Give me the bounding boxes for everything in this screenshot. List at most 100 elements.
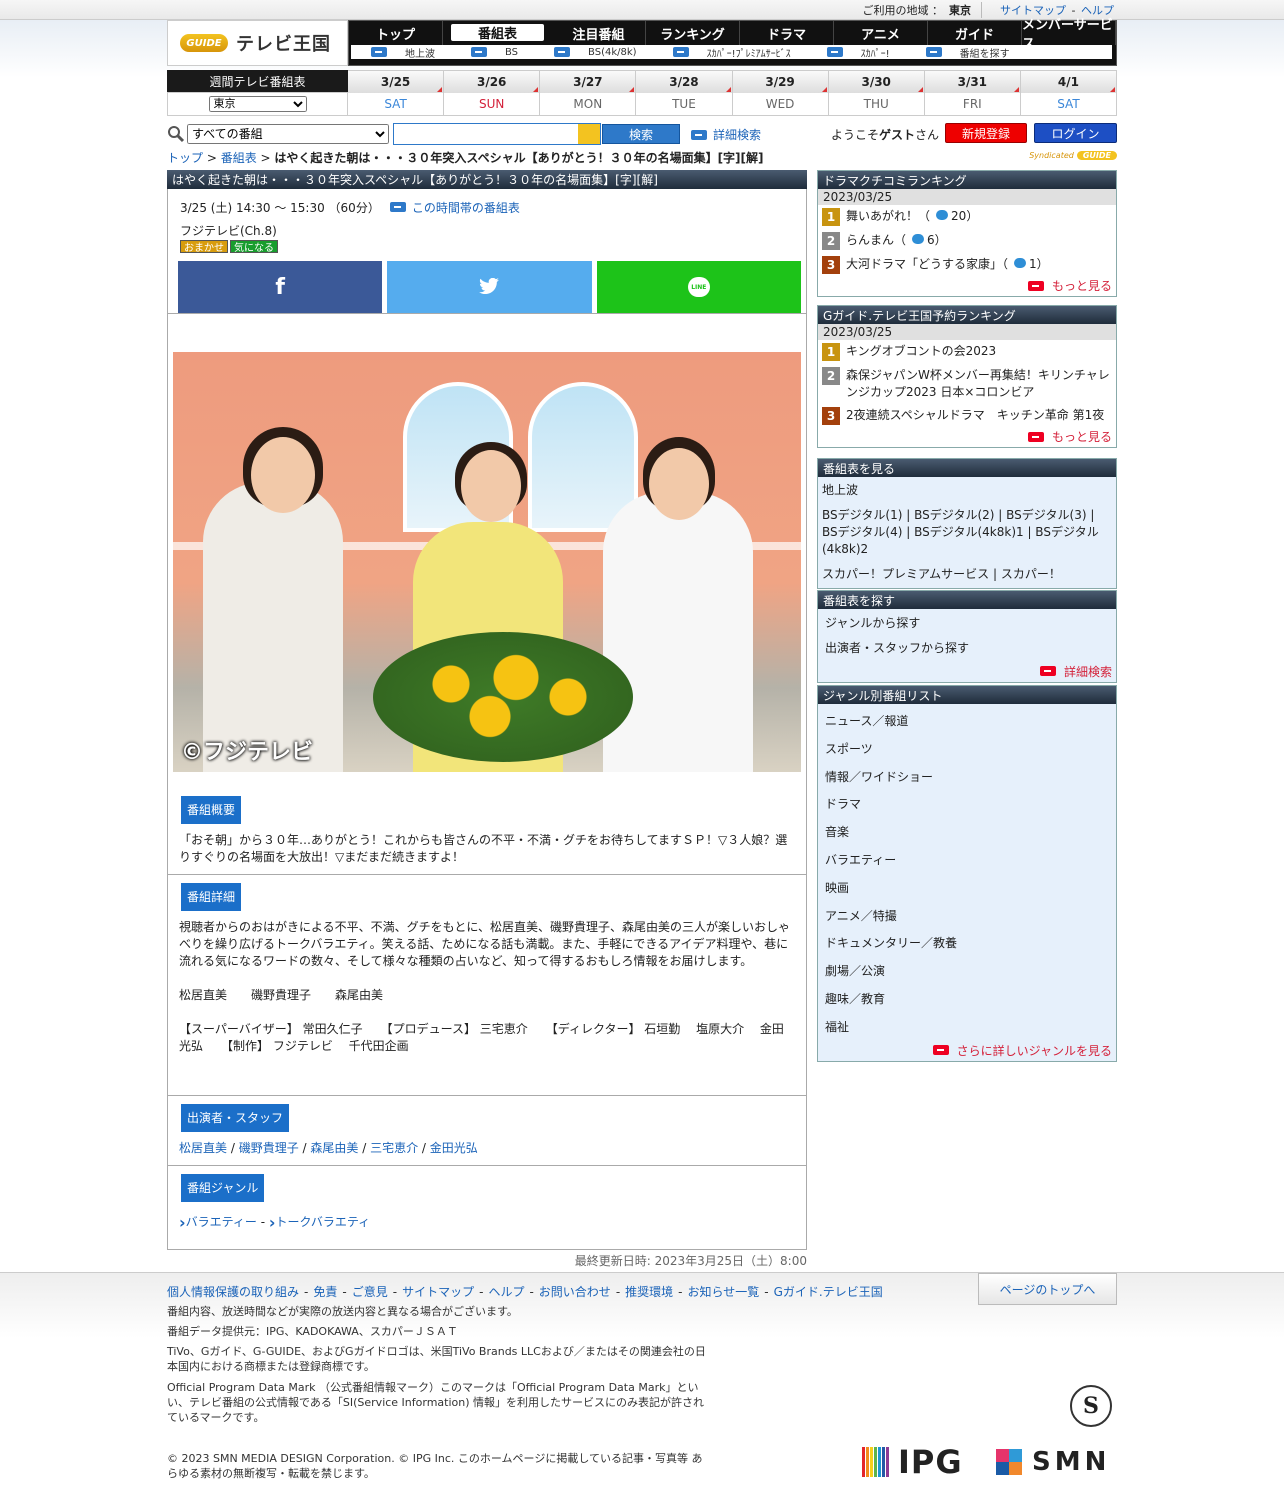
- login-button[interactable]: ログイン: [1034, 123, 1117, 143]
- day-date: 3/27: [540, 71, 636, 93]
- nav-tab-5[interactable]: アニメ: [834, 21, 928, 45]
- site-logo[interactable]: GUIDE テレビ王国: [167, 20, 348, 66]
- nav-sub-link-2[interactable]: BS(4k/8k): [544, 47, 645, 58]
- program-photo: ©フジテレビ: [173, 352, 801, 772]
- drama-ranking-name: 舞いあがれ！（ 20）: [846, 208, 978, 225]
- nav-sub-link-0[interactable]: 地上波: [361, 45, 443, 60]
- find-by-cast-link[interactable]: 出演者・スタッフから探す: [818, 638, 1116, 663]
- day-column-7[interactable]: 4/1 SAT: [1020, 70, 1117, 116]
- footer-link[interactable]: ご意見: [352, 1285, 388, 1299]
- footer-link[interactable]: お問い合わせ: [539, 1285, 611, 1299]
- arrow-right-icon: [1027, 431, 1044, 442]
- region-select[interactable]: 東京: [208, 96, 307, 112]
- timeslot-link[interactable]: この時間帯の番組表: [389, 199, 520, 216]
- footer-link[interactable]: 個人情報保護の取り組み: [167, 1285, 299, 1299]
- nav-tab-1[interactable]: 番組表: [451, 24, 544, 42]
- genre-list-item[interactable]: ドキュメンタリー／教養: [818, 930, 1116, 958]
- drama-more-link[interactable]: もっと見る: [818, 277, 1116, 296]
- genre-list-item[interactable]: バラエティー: [818, 847, 1116, 875]
- kininaru-tag-button[interactable]: 気になる: [230, 240, 278, 254]
- reserve-ranking-item[interactable]: 3 2夜連続スペシャルドラマ キッチン革命 第1夜: [818, 404, 1116, 428]
- footer-link[interactable]: 免責: [313, 1285, 337, 1299]
- footer-link[interactable]: ヘルプ: [488, 1285, 524, 1299]
- genre-link[interactable]: ›バラエティー: [179, 1214, 257, 1231]
- drama-title: 舞いあがれ！: [846, 209, 919, 223]
- footer-link[interactable]: サイトマップ: [402, 1285, 474, 1299]
- day-column-1[interactable]: 3/26 SUN: [444, 70, 541, 116]
- detail-heading: 番組詳細: [181, 883, 242, 911]
- drama-ranking-item[interactable]: 2 らんまん（ 6）: [818, 229, 1116, 253]
- nav-tab-6[interactable]: ガイド: [928, 21, 1022, 45]
- view-skyperfect-links[interactable]: スカパー！プレミアムサービス | スカパー！: [818, 563, 1116, 588]
- genre-list-item[interactable]: スポーツ: [818, 736, 1116, 764]
- genre-list-item[interactable]: アニメ／特撮: [818, 903, 1116, 931]
- nav-tab-7[interactable]: メンバーサービス: [1022, 18, 1116, 52]
- day-column-6[interactable]: 3/31 FRI: [924, 70, 1021, 116]
- drama-ranking-title: ドラマクチコミランキング: [818, 171, 1116, 189]
- genre-list-item[interactable]: 音楽: [818, 819, 1116, 847]
- view-terrestrial-link[interactable]: 地上波: [818, 477, 1116, 504]
- region-indicator: ご利用の地域 ： 東京: [863, 2, 983, 18]
- genre-list-item[interactable]: 劇場／公演: [818, 958, 1116, 986]
- find-advanced-link[interactable]: 詳細検索: [818, 663, 1116, 682]
- find-by-genre-link[interactable]: ジャンルから探す: [818, 609, 1116, 638]
- day-column-5[interactable]: 3/30 THU: [828, 70, 925, 116]
- gguide-mini-icon: [578, 124, 600, 144]
- genre-link[interactable]: ›トークバラエティ: [269, 1214, 370, 1231]
- register-button[interactable]: 新規登録: [945, 123, 1027, 143]
- day-column-3[interactable]: 3/28 TUE: [636, 70, 733, 116]
- nav-tab-3[interactable]: ランキング: [646, 21, 740, 45]
- day-column-4[interactable]: 3/29 WED: [732, 70, 829, 116]
- footer-link[interactable]: お知らせ一覧: [688, 1285, 760, 1299]
- nav-tab-0[interactable]: トップ: [349, 21, 443, 45]
- drama-ranking-item[interactable]: 3 大河ドラマ「どうする家康」（ 1）: [818, 253, 1116, 277]
- footer-link[interactable]: 推奨環境: [625, 1285, 673, 1299]
- view-bs-links[interactable]: BSデジタル(1) | BSデジタル(2) | BSデジタル(3) | BSデジ…: [818, 504, 1116, 563]
- nav-tab-2[interactable]: 注目番組: [552, 21, 646, 45]
- site-title: テレビ王国: [236, 34, 331, 55]
- search-button[interactable]: 検索: [602, 124, 680, 144]
- genre-list-item[interactable]: ドラマ: [818, 791, 1116, 819]
- drama-ranking-item[interactable]: 1 舞いあがれ！（ 20）: [818, 205, 1116, 229]
- genre-more-link[interactable]: さらに詳しいジャンルを見る: [818, 1042, 1116, 1061]
- nav-sub-link-1[interactable]: BS: [461, 47, 526, 58]
- footer-link[interactable]: Gガイド.テレビ王国: [774, 1285, 883, 1299]
- breadcrumb-top[interactable]: トップ: [167, 151, 203, 165]
- genre-list-item[interactable]: ニュース／報道: [818, 708, 1116, 736]
- paren: ）: [966, 209, 979, 223]
- cast-link[interactable]: 磯野貴理子: [239, 1141, 299, 1155]
- paren: （: [1002, 257, 1009, 271]
- reserve-ranking-item[interactable]: 1 キングオブコントの会2023: [818, 340, 1116, 364]
- cast-link[interactable]: 三宅恵介: [370, 1141, 418, 1155]
- page-top-button[interactable]: ページのトップへ: [978, 1273, 1117, 1305]
- search-scope-select[interactable]: すべての番組: [187, 124, 389, 144]
- nav-sub-link-3[interactable]: ｽｶﾊﾟｰ!ﾌﾟﾚﾐｱﾑｻｰﾋﾞｽ: [663, 45, 799, 60]
- twitter-share-button[interactable]: [387, 261, 592, 313]
- cast-list: 松居直美 / 磯野貴理子 / 森尾由美 / 三宅恵介 / 金田光弘: [179, 1140, 795, 1165]
- advanced-search-link[interactable]: 詳細検索: [691, 126, 761, 143]
- day-weekday: MON: [540, 93, 636, 115]
- breadcrumb-schedule[interactable]: 番組表: [221, 151, 257, 165]
- genre-list-item[interactable]: 趣味／教育: [818, 986, 1116, 1014]
- cast-link[interactable]: 森尾由美: [310, 1141, 358, 1155]
- nav-sub-link-5[interactable]: 番組を探す: [916, 45, 1018, 60]
- line-share-button[interactable]: LINE: [596, 261, 801, 313]
- omakase-tag-button[interactable]: おまかせ: [180, 240, 228, 254]
- genre-heading: 番組ジャンル: [181, 1174, 265, 1202]
- facebook-share-button[interactable]: f: [178, 261, 383, 313]
- reserve-ranking-item[interactable]: 2 森保ジャパンW杯メンバー再集結！キリンチャレンジカップ2023 日本×コロンビ…: [818, 364, 1116, 404]
- genre-list-item[interactable]: 映画: [818, 875, 1116, 903]
- search-input[interactable]: [393, 123, 601, 145]
- nav-tab-4[interactable]: ドラマ: [740, 21, 834, 45]
- cast-link[interactable]: 松居直美: [179, 1141, 227, 1155]
- day-weekday: FRI: [924, 93, 1020, 115]
- reserve-more-link[interactable]: もっと見る: [818, 428, 1116, 447]
- nav-sub-link-4[interactable]: ｽｶﾊﾟｰ!: [817, 45, 898, 60]
- day-column-2[interactable]: 3/27 MON: [540, 70, 637, 116]
- cast-separator: /: [358, 1141, 371, 1155]
- welcome-name: ゲスト: [879, 128, 916, 142]
- genre-list-item[interactable]: 福祉: [818, 1014, 1116, 1042]
- day-column-0[interactable]: 3/25 SAT: [348, 70, 445, 116]
- genre-list-item[interactable]: 情報／ワイドショー: [818, 764, 1116, 792]
- cast-link[interactable]: 金田光弘: [430, 1141, 478, 1155]
